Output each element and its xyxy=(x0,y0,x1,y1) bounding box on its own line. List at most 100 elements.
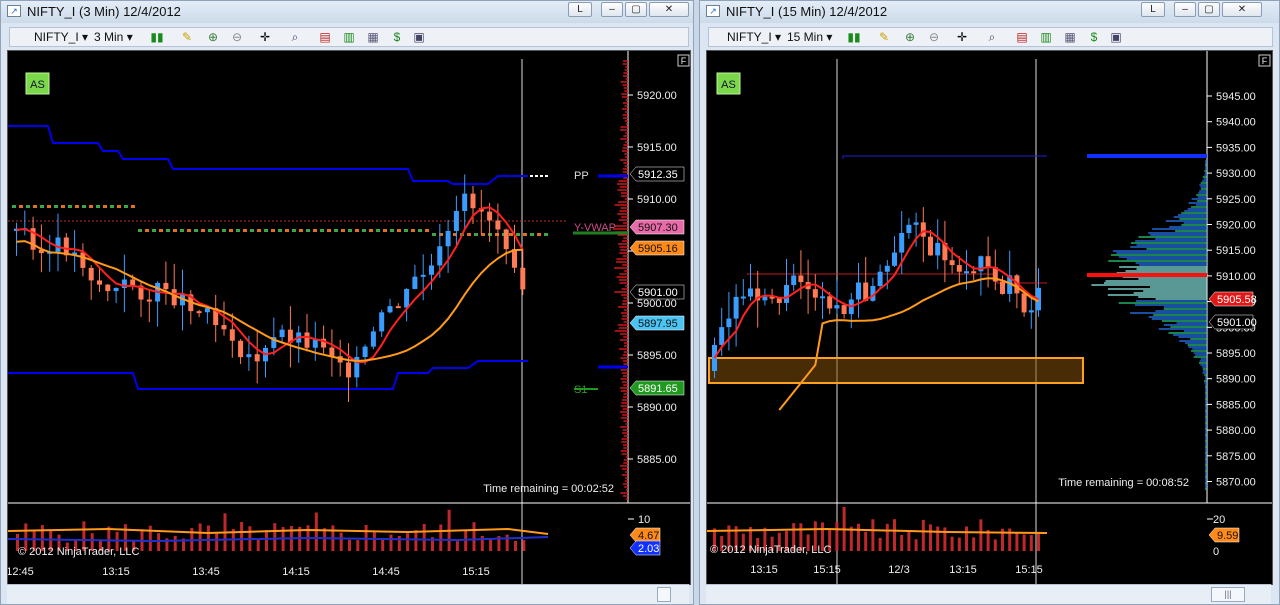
volume-bar xyxy=(857,523,860,551)
left-price-chart[interactable]: AS F 5920.005915.005910.005905.005900.00… xyxy=(7,50,691,585)
crosshair-icon[interactable]: ✛ xyxy=(955,31,969,44)
restore-button[interactable]: L xyxy=(568,2,592,17)
magnifier-icon[interactable]: ⌕ xyxy=(985,31,999,44)
right-title-bar[interactable]: ↗ NIFTY_I (15 Min) 12/4/2012 L – ▢ ✕ xyxy=(700,1,1279,23)
chart-window-icon: ↗ xyxy=(706,5,720,17)
right-chart-canvas[interactable]: AS F 5945.00 5940.00 5935.00 5930.00 5925.00… xyxy=(707,51,1273,585)
zoom-out-icon[interactable]: ⊖ xyxy=(230,31,244,44)
interval-selector[interactable]: 3 Min ▾ xyxy=(94,30,133,45)
price-tags: 5905.58 5901.00 xyxy=(1208,291,1257,330)
order-icon[interactable]: $ xyxy=(1087,31,1101,44)
left-horizontal-scrollbar[interactable] xyxy=(7,584,689,604)
scroll-thumb[interactable]: ||| xyxy=(1211,587,1245,602)
ema-line xyxy=(713,230,1039,359)
pivot-lines xyxy=(8,125,628,390)
vwap-dot xyxy=(222,229,226,232)
volume-bar xyxy=(878,537,882,551)
volume-profile xyxy=(1087,154,1207,490)
price-tag-label: 5901.00 xyxy=(1217,317,1257,329)
vwap-dot xyxy=(61,205,65,208)
volume-bar xyxy=(514,540,517,551)
zoom-in-icon[interactable]: ⊕ xyxy=(206,31,220,44)
candle-body xyxy=(798,275,804,283)
vwap-dot xyxy=(166,229,170,232)
restore-button[interactable]: L xyxy=(1141,2,1165,17)
chart-style-icon[interactable]: ▮▮ xyxy=(847,31,861,44)
time-label: 13:45 xyxy=(192,566,220,578)
minimize-button[interactable]: – xyxy=(1174,2,1196,17)
magnifier-icon[interactable]: ⌕ xyxy=(288,31,302,44)
crosshair-icon[interactable]: ✛ xyxy=(258,31,272,44)
vwap-dot xyxy=(82,205,86,208)
price-tag-label: 5891.65 xyxy=(638,383,678,395)
volume-bar xyxy=(256,539,260,551)
data-box-icon[interactable]: ▦ xyxy=(1063,31,1077,44)
vwap-dot xyxy=(544,233,548,236)
strategies-icon[interactable]: ▥ xyxy=(342,31,356,44)
candle-body xyxy=(453,210,459,231)
price-axis: 5945.00 5940.00 5935.00 5930.00 5925.00 5920.… xyxy=(1207,91,1256,489)
right-horizontal-scrollbar[interactable]: ||| xyxy=(706,584,1271,604)
interval-selector[interactable]: 15 Min ▾ xyxy=(787,30,832,45)
candle-body xyxy=(429,265,434,275)
candle-body xyxy=(238,340,244,358)
data-box-icon[interactable]: ▦ xyxy=(366,31,380,44)
vwap-dot xyxy=(26,205,30,208)
vwap-dot xyxy=(145,229,149,232)
instrument-selector[interactable]: NIFTY_I ▾ xyxy=(34,30,88,45)
price-label: 5890.00 xyxy=(637,402,677,414)
volume-bar xyxy=(864,531,868,551)
vwap-dot xyxy=(292,229,296,232)
zoom-out-icon[interactable]: ⊖ xyxy=(927,31,941,44)
vwap-dot xyxy=(152,229,156,232)
order-icon[interactable]: $ xyxy=(390,31,404,44)
price-label: 5920.00 xyxy=(637,90,677,102)
indicator-lines xyxy=(16,206,524,364)
maximize-button[interactable]: ▢ xyxy=(1198,2,1220,17)
right-chart-window: ↗ NIFTY_I (15 Min) 12/4/2012 L – ▢ ✕ NIF… xyxy=(699,0,1280,605)
volume-bar xyxy=(1037,532,1040,551)
minimize-button[interactable]: – xyxy=(601,2,623,17)
volume-bar xyxy=(265,530,268,551)
volume-bar xyxy=(397,535,401,551)
vwap-dot xyxy=(327,229,331,232)
price-label: 5900.00 xyxy=(637,298,677,310)
properties-icon[interactable]: ▣ xyxy=(1109,31,1123,44)
scroll-thumb[interactable] xyxy=(657,587,671,602)
close-button[interactable]: ✕ xyxy=(649,2,689,17)
strategies-icon[interactable]: ▥ xyxy=(1039,31,1053,44)
candle-body xyxy=(221,325,227,330)
chart-window-icon: ↗ xyxy=(7,5,21,17)
volume-bar xyxy=(472,522,476,551)
vwap-dot xyxy=(474,233,478,236)
right-price-chart[interactable]: AS F 5945.00 5940.00 5935.00 5930.00 5925.00… xyxy=(706,50,1273,585)
maximize-button[interactable]: ▢ xyxy=(625,2,647,17)
pencil-icon[interactable]: ✎ xyxy=(877,31,891,44)
candle-body xyxy=(906,224,912,234)
zoom-in-icon[interactable]: ⊕ xyxy=(903,31,917,44)
range-high-line xyxy=(842,155,1047,159)
candle-body xyxy=(395,306,401,309)
chart-style-icon[interactable]: ▮▮ xyxy=(150,31,164,44)
yvwap-label: Y-VWAP xyxy=(574,222,616,234)
volume-bar xyxy=(1022,534,1026,551)
close-button[interactable]: ✕ xyxy=(1222,2,1262,17)
left-chart-canvas[interactable]: AS F 5920.005915.005910.005905.005900.00… xyxy=(8,51,691,585)
volume-bar xyxy=(455,541,459,551)
vwap-dot xyxy=(208,229,212,232)
candle-body xyxy=(346,362,351,378)
volume-bar xyxy=(979,519,983,551)
indicators-icon[interactable]: ▤ xyxy=(1015,31,1029,44)
pencil-icon[interactable]: ✎ xyxy=(180,31,194,44)
volume-bar xyxy=(273,523,277,551)
copyright: © 2012 NinjaTrader, LLC xyxy=(710,544,831,556)
price-tag-label: 5901.00 xyxy=(638,287,678,299)
price-tag-label: 5897.95 xyxy=(638,318,678,330)
instrument-selector[interactable]: NIFTY_I ▾ xyxy=(727,30,781,45)
volume-bar xyxy=(389,534,393,551)
time-label: 15:15 xyxy=(462,566,490,578)
left-title-bar[interactable]: ↗ NIFTY_I (3 Min) 12/4/2012 L – ▢ ✕ xyxy=(1,1,693,23)
indicators-icon[interactable]: ▤ xyxy=(318,31,332,44)
time-label: 14:45 xyxy=(372,566,400,578)
properties-icon[interactable]: ▣ xyxy=(412,31,426,44)
